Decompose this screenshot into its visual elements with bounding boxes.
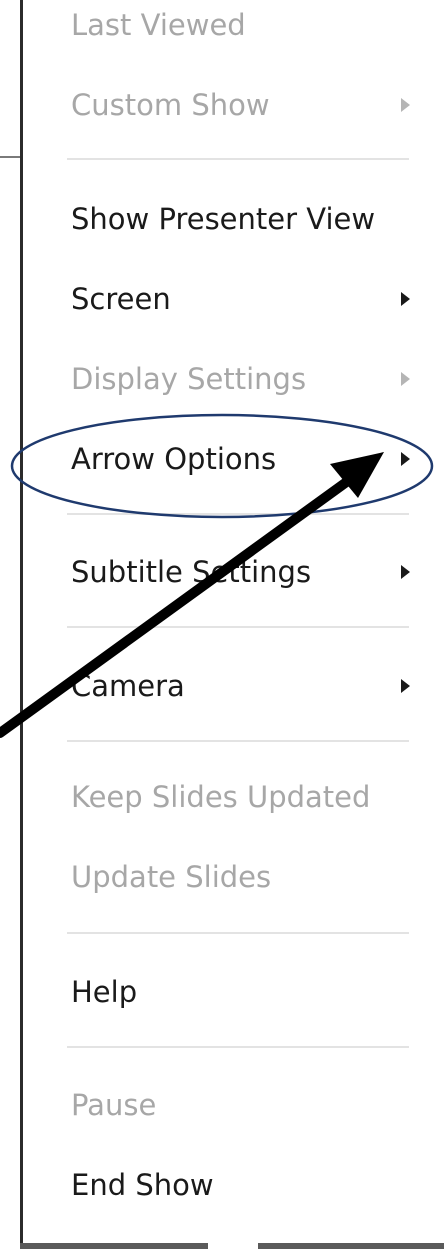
menu-separator: [67, 1046, 409, 1048]
menu-item-label: Display Settings: [71, 362, 307, 396]
menu-item-label: Pause: [71, 1088, 157, 1122]
menu-item-label: Show Presenter View: [71, 202, 376, 236]
menu-item-arrow-options[interactable]: Arrow Options: [71, 434, 431, 484]
menu-item-label: Update Slides: [71, 860, 272, 894]
menu-item-end-show[interactable]: End Show: [71, 1160, 431, 1210]
bottom-border-segment: [20, 1243, 208, 1249]
chevron-right-icon: [401, 452, 410, 466]
menu-item-label: Keep Slides Updated: [71, 780, 371, 814]
menu-item-show-presenter-view[interactable]: Show Presenter View: [71, 194, 431, 244]
menu-item-screen[interactable]: Screen: [71, 274, 431, 324]
menu-item-label: Help: [71, 975, 138, 1009]
menu-item-pause[interactable]: Pause: [71, 1080, 431, 1130]
menu-item-camera[interactable]: Camera: [71, 661, 431, 711]
menu-item-label: Screen: [71, 282, 171, 316]
menu-separator: [67, 932, 409, 934]
chevron-right-icon: [401, 98, 410, 112]
menu-separator: [67, 740, 409, 742]
menu-item-help[interactable]: Help: [71, 967, 431, 1017]
menu-separator: [67, 158, 409, 160]
menu-item-subtitle-settings[interactable]: Subtitle Settings: [71, 547, 431, 597]
menu-item-display-settings[interactable]: Display Settings: [71, 354, 431, 404]
menu-item-label: End Show: [71, 1168, 214, 1202]
menu-separator: [67, 513, 409, 515]
slideshow-context-menu: Last Viewed Custom Show Show Presenter V…: [20, 0, 444, 1249]
menu-item-update-slides[interactable]: Update Slides: [71, 852, 431, 902]
window-edge-line: [0, 156, 20, 158]
menu-item-label: Arrow Options: [71, 442, 277, 476]
chevron-right-icon: [401, 372, 410, 386]
menu-item-label: Camera: [71, 669, 185, 703]
menu-item-label: Last Viewed: [71, 8, 246, 42]
menu-item-label: Subtitle Settings: [71, 555, 312, 589]
chevron-right-icon: [401, 679, 410, 693]
menu-item-last-viewed[interactable]: Last Viewed: [71, 0, 431, 50]
menu-item-keep-slides-updated[interactable]: Keep Slides Updated: [71, 772, 431, 822]
menu-item-label: Custom Show: [71, 88, 270, 122]
menu-separator: [67, 626, 409, 628]
chevron-right-icon: [401, 292, 410, 306]
chevron-right-icon: [401, 565, 410, 579]
menu-item-custom-show[interactable]: Custom Show: [71, 80, 431, 130]
bottom-border-segment: [258, 1243, 444, 1249]
